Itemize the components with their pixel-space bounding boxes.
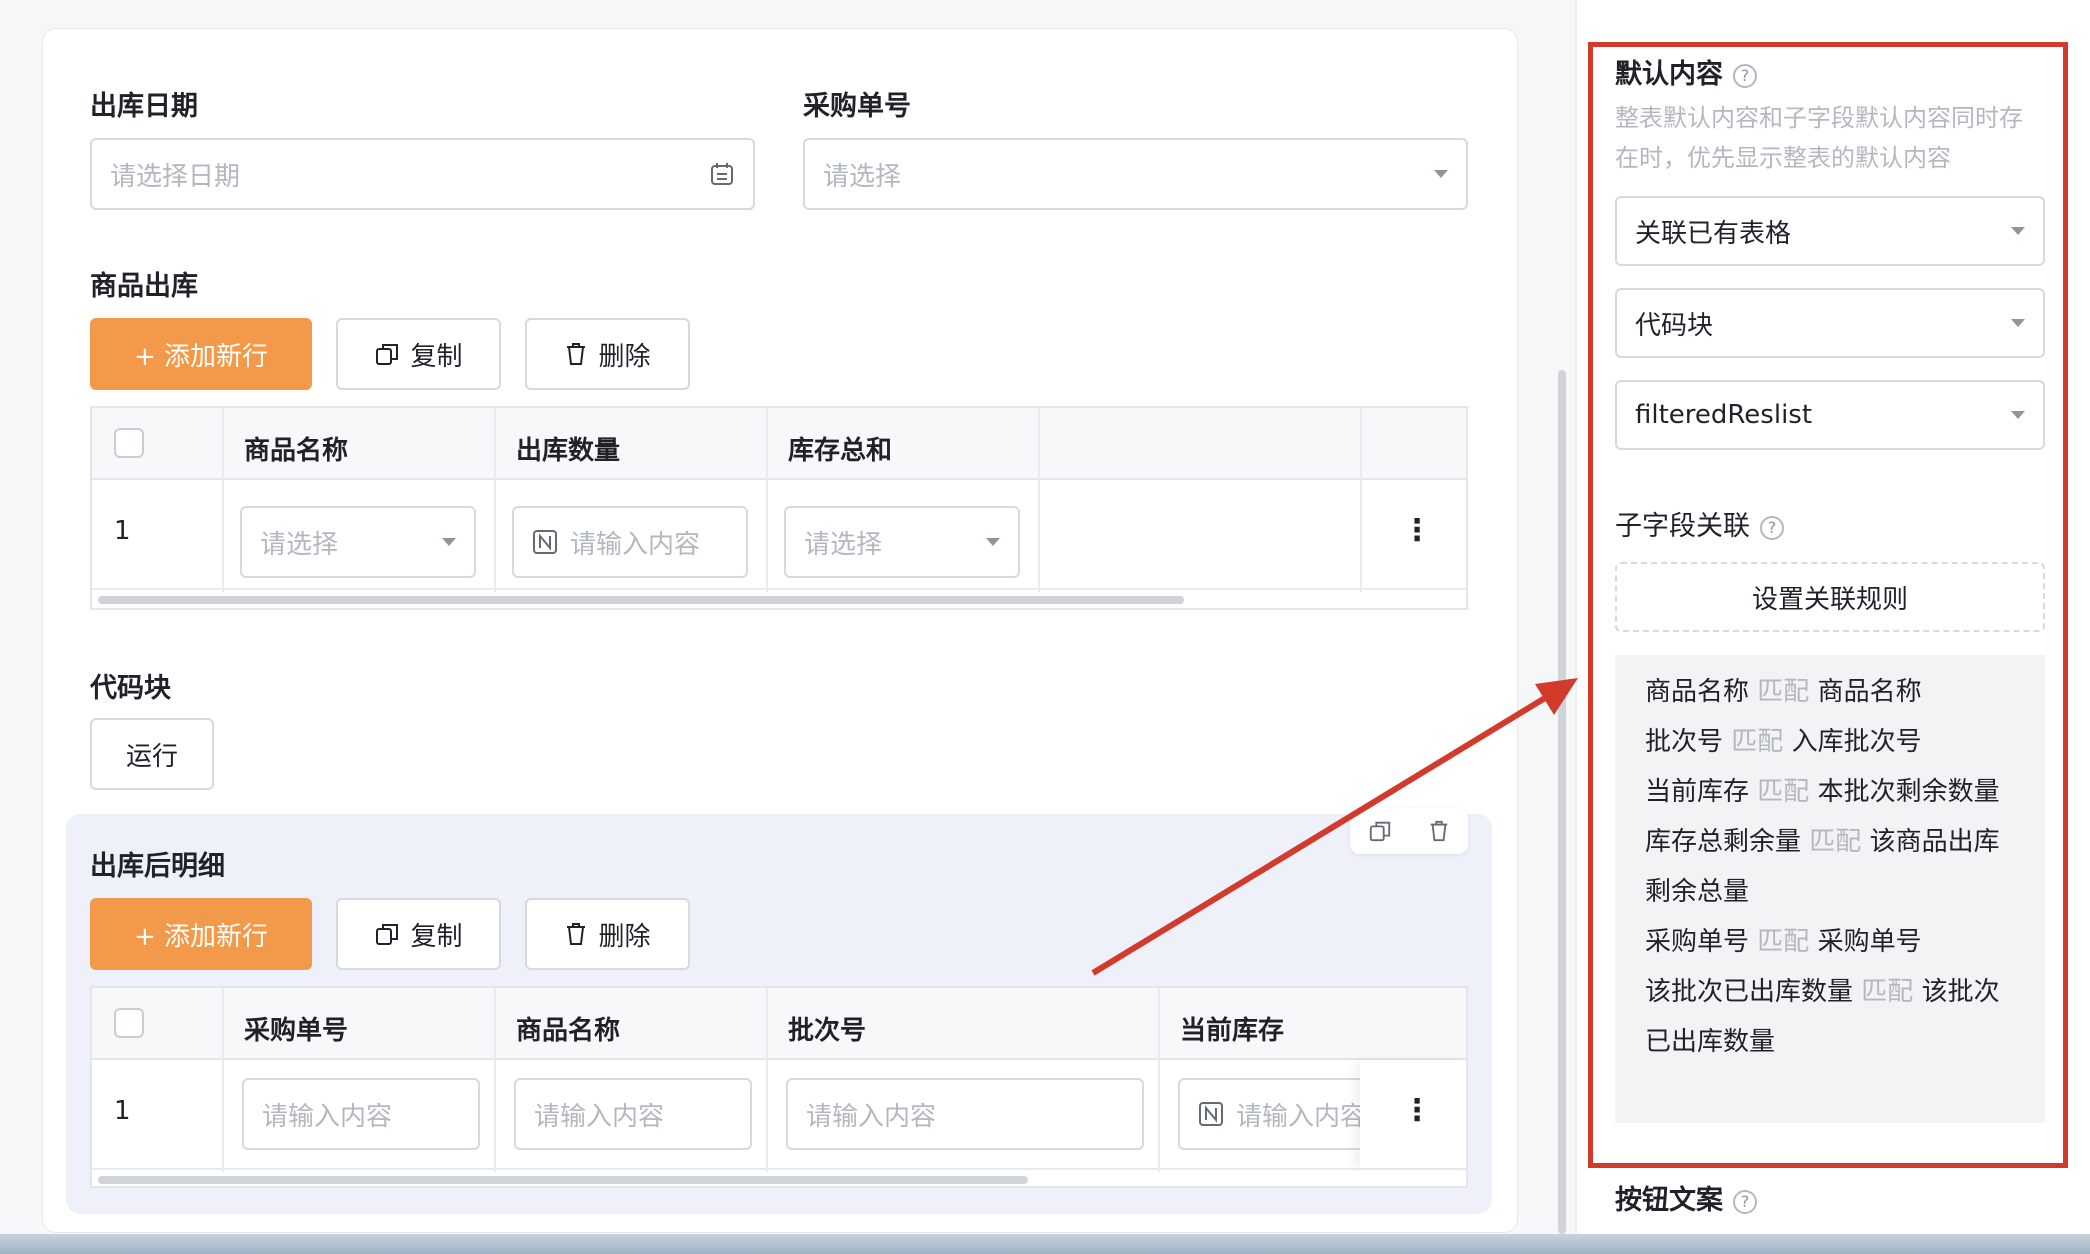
- annotation-arrow: [1091, 678, 1578, 976]
- dock: [0, 1234, 2090, 1254]
